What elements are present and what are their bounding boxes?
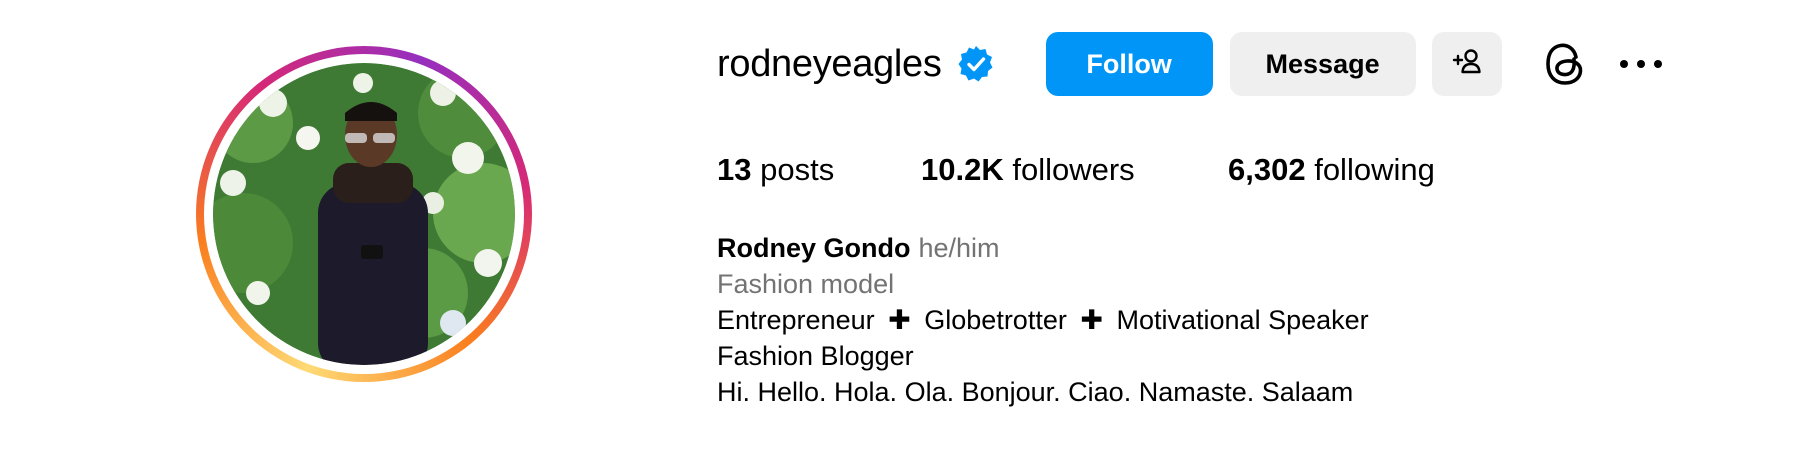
pronouns: he/him [918,233,1000,263]
category-label: Fashion model [717,269,895,299]
bio-item: Globetrotter [924,305,1067,335]
username[interactable]: rodneyeagles [717,43,942,86]
name-line: Rodney Gondo he/him [717,230,1369,266]
message-button[interactable]: Message [1229,32,1416,96]
avatar-ring-gap [204,54,524,374]
bio-line-1: Entrepreneur ✚ Globetrotter ✚ Motivation… [717,302,1369,338]
plus-separator: ✚ [1080,305,1103,335]
avatar[interactable] [213,63,515,365]
followers-label: followers [1012,152,1135,187]
full-name: Rodney Gondo [717,233,911,263]
stat-followers[interactable]: 10.2K followers [921,152,1228,188]
stat-following[interactable]: 6,302 following [1228,152,1435,188]
bio-line-3: Hi. Hello. Hola. Ola. Bonjour. Ciao. Nam… [717,377,1354,407]
followers-count: 10.2K [921,152,1004,187]
follow-button[interactable]: Follow [1045,32,1213,96]
add-person-icon [1451,47,1483,82]
posts-label: posts [760,152,835,187]
avatar-story-ring[interactable] [196,46,532,382]
more-options-icon[interactable] [1618,41,1664,87]
threads-icon[interactable] [1542,41,1588,87]
verified-badge-icon [956,44,996,84]
bio-line-2: Fashion Blogger [717,341,914,371]
bio-item: Entrepreneur [717,305,875,335]
following-count: 6,302 [1228,152,1306,187]
profile-stats: 13 posts 10.2K followers 6,302 following [717,152,1435,188]
suggest-users-button[interactable] [1431,32,1502,96]
profile-header: rodneyeagles Follow Message [717,30,1664,98]
following-label: following [1314,152,1435,187]
plus-separator: ✚ [888,305,911,335]
posts-count: 13 [717,152,752,187]
profile-bio: Rodney Gondo he/him Fashion model Entrepr… [717,230,1369,410]
stat-posts: 13 posts [717,152,921,188]
bio-item: Motivational Speaker [1116,305,1369,335]
